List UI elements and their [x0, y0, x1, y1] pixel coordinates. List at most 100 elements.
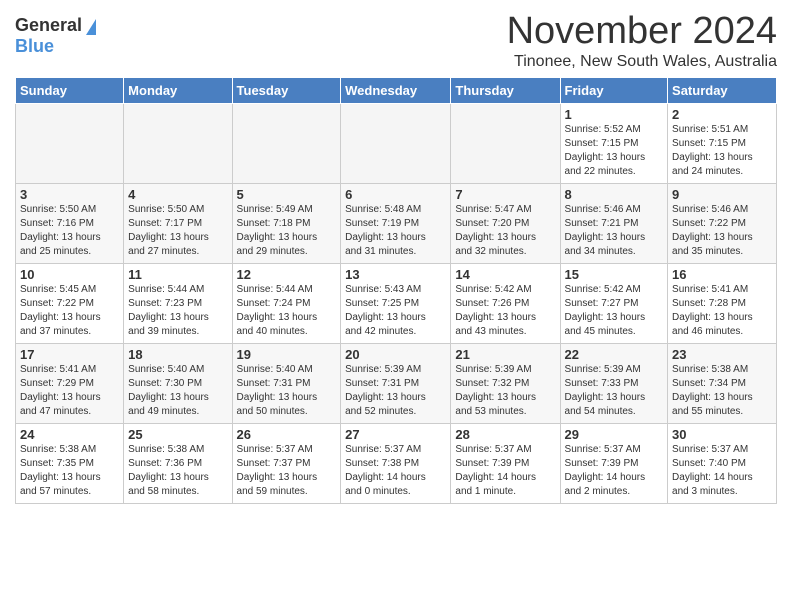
day-info: Sunrise: 5:52 AM Sunset: 7:15 PM Dayligh… [565, 123, 664, 179]
calendar-cell [232, 104, 341, 184]
calendar-cell: 18Sunrise: 5:40 AM Sunset: 7:30 PM Dayli… [124, 344, 232, 424]
calendar-cell: 28Sunrise: 5:37 AM Sunset: 7:39 PM Dayli… [451, 424, 560, 504]
day-info: Sunrise: 5:42 AM Sunset: 7:27 PM Dayligh… [565, 283, 664, 339]
logo: General Blue [15, 15, 96, 57]
day-number: 9 [672, 187, 772, 202]
calendar-cell [451, 104, 560, 184]
calendar-cell: 17Sunrise: 5:41 AM Sunset: 7:29 PM Dayli… [16, 344, 124, 424]
calendar-cell: 8Sunrise: 5:46 AM Sunset: 7:21 PM Daylig… [560, 184, 668, 264]
day-number: 10 [20, 267, 119, 282]
page-header: General Blue November 2024 Tinonee, New … [15, 10, 777, 71]
calendar-row-4: 24Sunrise: 5:38 AM Sunset: 7:35 PM Dayli… [16, 424, 777, 504]
day-info: Sunrise: 5:41 AM Sunset: 7:29 PM Dayligh… [20, 363, 119, 419]
weekday-header-monday: Monday [124, 78, 232, 104]
day-number: 15 [565, 267, 664, 282]
day-number: 18 [128, 347, 227, 362]
day-info: Sunrise: 5:46 AM Sunset: 7:21 PM Dayligh… [565, 203, 664, 259]
calendar-cell: 30Sunrise: 5:37 AM Sunset: 7:40 PM Dayli… [668, 424, 777, 504]
day-info: Sunrise: 5:37 AM Sunset: 7:39 PM Dayligh… [455, 443, 555, 499]
calendar-cell: 26Sunrise: 5:37 AM Sunset: 7:37 PM Dayli… [232, 424, 341, 504]
day-number: 13 [345, 267, 446, 282]
day-info: Sunrise: 5:42 AM Sunset: 7:26 PM Dayligh… [455, 283, 555, 339]
calendar-header-row: SundayMondayTuesdayWednesdayThursdayFrid… [16, 78, 777, 104]
weekday-header-sunday: Sunday [16, 78, 124, 104]
calendar-table: SundayMondayTuesdayWednesdayThursdayFrid… [15, 77, 777, 504]
day-number: 24 [20, 427, 119, 442]
calendar-cell: 23Sunrise: 5:38 AM Sunset: 7:34 PM Dayli… [668, 344, 777, 424]
day-info: Sunrise: 5:48 AM Sunset: 7:19 PM Dayligh… [345, 203, 446, 259]
day-number: 23 [672, 347, 772, 362]
day-number: 21 [455, 347, 555, 362]
day-number: 11 [128, 267, 227, 282]
calendar-cell: 3Sunrise: 5:50 AM Sunset: 7:16 PM Daylig… [16, 184, 124, 264]
day-info: Sunrise: 5:49 AM Sunset: 7:18 PM Dayligh… [237, 203, 337, 259]
calendar-cell: 25Sunrise: 5:38 AM Sunset: 7:36 PM Dayli… [124, 424, 232, 504]
calendar-cell [341, 104, 451, 184]
day-info: Sunrise: 5:50 AM Sunset: 7:17 PM Dayligh… [128, 203, 227, 259]
day-number: 5 [237, 187, 337, 202]
day-number: 1 [565, 107, 664, 122]
day-info: Sunrise: 5:38 AM Sunset: 7:34 PM Dayligh… [672, 363, 772, 419]
calendar-cell: 22Sunrise: 5:39 AM Sunset: 7:33 PM Dayli… [560, 344, 668, 424]
location-text: Tinonee, New South Wales, Australia [507, 53, 777, 71]
day-info: Sunrise: 5:41 AM Sunset: 7:28 PM Dayligh… [672, 283, 772, 339]
weekday-header-tuesday: Tuesday [232, 78, 341, 104]
day-info: Sunrise: 5:47 AM Sunset: 7:20 PM Dayligh… [455, 203, 555, 259]
calendar-cell: 2Sunrise: 5:51 AM Sunset: 7:15 PM Daylig… [668, 104, 777, 184]
day-info: Sunrise: 5:51 AM Sunset: 7:15 PM Dayligh… [672, 123, 772, 179]
day-number: 28 [455, 427, 555, 442]
logo-triangle-icon [86, 19, 96, 35]
day-number: 20 [345, 347, 446, 362]
day-info: Sunrise: 5:50 AM Sunset: 7:16 PM Dayligh… [20, 203, 119, 259]
day-info: Sunrise: 5:39 AM Sunset: 7:33 PM Dayligh… [565, 363, 664, 419]
calendar-cell: 14Sunrise: 5:42 AM Sunset: 7:26 PM Dayli… [451, 264, 560, 344]
calendar-cell: 27Sunrise: 5:37 AM Sunset: 7:38 PM Dayli… [341, 424, 451, 504]
day-number: 2 [672, 107, 772, 122]
day-info: Sunrise: 5:44 AM Sunset: 7:23 PM Dayligh… [128, 283, 227, 339]
day-info: Sunrise: 5:40 AM Sunset: 7:30 PM Dayligh… [128, 363, 227, 419]
calendar-cell: 4Sunrise: 5:50 AM Sunset: 7:17 PM Daylig… [124, 184, 232, 264]
day-info: Sunrise: 5:39 AM Sunset: 7:32 PM Dayligh… [455, 363, 555, 419]
day-info: Sunrise: 5:37 AM Sunset: 7:38 PM Dayligh… [345, 443, 446, 499]
day-number: 29 [565, 427, 664, 442]
day-number: 7 [455, 187, 555, 202]
calendar-cell: 20Sunrise: 5:39 AM Sunset: 7:31 PM Dayli… [341, 344, 451, 424]
weekday-header-saturday: Saturday [668, 78, 777, 104]
day-number: 8 [565, 187, 664, 202]
calendar-cell: 5Sunrise: 5:49 AM Sunset: 7:18 PM Daylig… [232, 184, 341, 264]
day-number: 22 [565, 347, 664, 362]
calendar-cell: 1Sunrise: 5:52 AM Sunset: 7:15 PM Daylig… [560, 104, 668, 184]
day-info: Sunrise: 5:37 AM Sunset: 7:37 PM Dayligh… [237, 443, 337, 499]
day-number: 17 [20, 347, 119, 362]
month-title: November 2024 [507, 10, 777, 53]
calendar-cell: 9Sunrise: 5:46 AM Sunset: 7:22 PM Daylig… [668, 184, 777, 264]
day-info: Sunrise: 5:37 AM Sunset: 7:40 PM Dayligh… [672, 443, 772, 499]
calendar-row-3: 17Sunrise: 5:41 AM Sunset: 7:29 PM Dayli… [16, 344, 777, 424]
weekday-header-wednesday: Wednesday [341, 78, 451, 104]
day-number: 27 [345, 427, 446, 442]
day-number: 26 [237, 427, 337, 442]
calendar-cell: 29Sunrise: 5:37 AM Sunset: 7:39 PM Dayli… [560, 424, 668, 504]
day-number: 6 [345, 187, 446, 202]
day-number: 3 [20, 187, 119, 202]
day-number: 19 [237, 347, 337, 362]
day-info: Sunrise: 5:44 AM Sunset: 7:24 PM Dayligh… [237, 283, 337, 339]
logo-general-text: General [15, 15, 82, 36]
weekday-header-thursday: Thursday [451, 78, 560, 104]
calendar-row-1: 3Sunrise: 5:50 AM Sunset: 7:16 PM Daylig… [16, 184, 777, 264]
logo-blue-text: Blue [15, 36, 54, 57]
day-info: Sunrise: 5:37 AM Sunset: 7:39 PM Dayligh… [565, 443, 664, 499]
day-number: 4 [128, 187, 227, 202]
calendar-cell [124, 104, 232, 184]
day-number: 30 [672, 427, 772, 442]
day-number: 12 [237, 267, 337, 282]
calendar-cell: 19Sunrise: 5:40 AM Sunset: 7:31 PM Dayli… [232, 344, 341, 424]
calendar-cell: 11Sunrise: 5:44 AM Sunset: 7:23 PM Dayli… [124, 264, 232, 344]
calendar-cell: 16Sunrise: 5:41 AM Sunset: 7:28 PM Dayli… [668, 264, 777, 344]
day-info: Sunrise: 5:38 AM Sunset: 7:36 PM Dayligh… [128, 443, 227, 499]
calendar-cell: 24Sunrise: 5:38 AM Sunset: 7:35 PM Dayli… [16, 424, 124, 504]
day-number: 25 [128, 427, 227, 442]
calendar-cell: 7Sunrise: 5:47 AM Sunset: 7:20 PM Daylig… [451, 184, 560, 264]
calendar-cell: 12Sunrise: 5:44 AM Sunset: 7:24 PM Dayli… [232, 264, 341, 344]
calendar-cell: 21Sunrise: 5:39 AM Sunset: 7:32 PM Dayli… [451, 344, 560, 424]
